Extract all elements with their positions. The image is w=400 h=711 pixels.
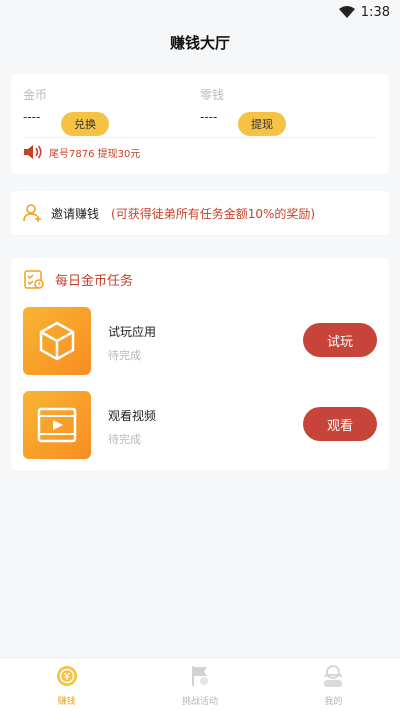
user-add-icon — [23, 204, 41, 222]
tab-earn[interactable]: 赚钱 — [0, 658, 133, 711]
task-status: 待完成 — [108, 349, 141, 362]
tab-label: 赚钱 — [57, 697, 76, 707]
invite-card[interactable]: 邀请赚钱 (可获得徒弟所有任务金额10%的奖励) — [11, 191, 389, 235]
cube-icon — [39, 321, 75, 361]
task-item-watch-video: 观看视频 待完成 观看 — [23, 391, 377, 459]
task-item-trial-app: 试玩应用 待完成 试玩 — [23, 307, 377, 375]
change-label: 零钱 — [200, 88, 225, 102]
tab-label: 我的 — [324, 697, 343, 707]
coins-label: 金币 — [23, 88, 48, 102]
task-name: 观看视频 — [108, 409, 157, 423]
coins-section: 金币 ---- 兑换 — [23, 86, 193, 136]
withdraw-notice: 尾号7876 提现30元 — [23, 144, 140, 160]
task-status: 待完成 — [108, 433, 141, 446]
coins-value: ---- — [23, 110, 41, 124]
flag-icon — [191, 666, 208, 686]
change-value: ---- — [200, 110, 218, 124]
task-icon-tile — [23, 307, 91, 375]
coin-icon — [56, 666, 77, 686]
notice-text: 尾号7876 提现30元 — [49, 148, 141, 160]
wifi-icon — [338, 6, 355, 18]
speaker-icon — [24, 145, 42, 159]
status-time: 1:38 — [360, 4, 390, 20]
task-list-icon — [24, 270, 44, 289]
profile-icon — [324, 665, 343, 687]
watch-video-button[interactable]: 观看 — [303, 407, 377, 441]
bottom-tab-bar: 赚钱 挑战活动 我的 — [0, 657, 400, 711]
invite-label: 邀请赚钱 — [51, 206, 100, 221]
tab-profile[interactable]: 我的 — [267, 658, 400, 711]
change-section: 零钱 ---- 提现 — [200, 86, 370, 136]
divider — [23, 137, 377, 138]
withdraw-button[interactable]: 提现 — [238, 112, 286, 136]
tasks-title: 每日金币任务 — [55, 273, 134, 289]
wallet-card: 金币 ---- 兑换 零钱 ---- 提现 尾号7876 提现30元 — [11, 74, 389, 174]
daily-tasks-card: 每日金币任务 试玩应用 待完成 试玩 观看视频 待完成 观看 — [11, 258, 389, 470]
invite-reward-note: (可获得徒弟所有任务金额10%的奖励) — [111, 206, 316, 221]
exchange-button[interactable]: 兑换 — [61, 112, 109, 136]
page-title: 赚钱大厅 — [169, 34, 230, 52]
video-icon — [37, 407, 77, 443]
tab-challenge[interactable]: 挑战活动 — [133, 658, 266, 711]
tab-label: 挑战活动 — [181, 697, 218, 707]
task-icon-tile — [23, 391, 91, 459]
try-app-button[interactable]: 试玩 — [303, 323, 377, 357]
tasks-header: 每日金币任务 — [23, 268, 133, 290]
task-name: 试玩应用 — [108, 325, 157, 339]
status-bar: 1:38 — [0, 0, 400, 24]
